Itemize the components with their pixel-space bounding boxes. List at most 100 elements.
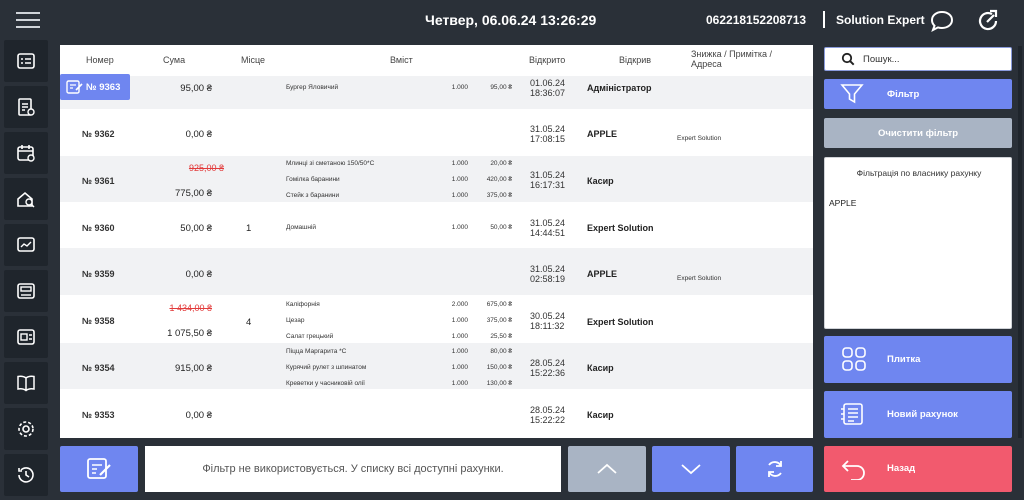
edit-bill-icon <box>87 458 111 479</box>
item-qty: 1.000 <box>451 333 468 340</box>
table-row[interactable]: № 9358 1 434,00 ₴ 1 075,50 ₴ 4 Каліфорні… <box>60 295 813 343</box>
item-price: 25,50 ₴ <box>490 333 512 340</box>
header-content[interactable]: Вміст <box>390 55 413 65</box>
opener-name: Касир <box>587 363 614 373</box>
sidebar-item-receipts[interactable] <box>4 86 48 128</box>
scroll-down-button[interactable] <box>652 446 730 492</box>
row-number: № 9361 <box>82 176 115 186</box>
sidebar-item-settings[interactable] <box>4 408 48 450</box>
table-row[interactable]: № 9359 0,00 ₴ 31.05.24 02:58:19 APPLE Exp… <box>60 248 813 295</box>
reload-button[interactable] <box>736 446 813 492</box>
sidebar-item-home[interactable] <box>4 178 48 220</box>
opener-name: Касир <box>587 410 614 420</box>
item-name: Курячий рулет з шпинатом <box>286 364 367 371</box>
sidebar-item-orders[interactable] <box>4 40 48 82</box>
row-sum: 0,00 ₴ <box>185 129 212 140</box>
register-icon <box>17 283 35 299</box>
owner-filter-option[interactable]: APPLE <box>829 198 856 208</box>
sidebar-item-register[interactable] <box>4 270 48 312</box>
opener-name: APPLE <box>587 269 618 279</box>
table-row[interactable]: № 9354 915,00 ₴ Піцца Маргарита *С 1.000… <box>60 343 813 389</box>
sidebar-item-reports[interactable] <box>4 224 48 266</box>
search-input[interactable]: Пошук... <box>824 47 1012 71</box>
item-name: Цезар <box>286 317 305 324</box>
sidebar-item-menu-book[interactable] <box>4 362 48 404</box>
settings-icon <box>18 421 34 437</box>
clear-filter-button[interactable]: Очистити фільтр <box>824 118 1012 148</box>
new-bill-icon <box>841 403 863 425</box>
opened-datetime: 01.06.24 18:36:07 <box>530 78 566 98</box>
chevron-down-icon <box>681 464 701 475</box>
chart-icon <box>17 237 35 252</box>
item-price: 375,00 ₴ <box>486 192 512 199</box>
table-row[interactable]: № 9361 925,00 ₴ 775,00 ₴ Млинці зі смета… <box>60 156 813 202</box>
opened-datetime: 31.05.24 17:08:15 <box>530 124 566 144</box>
row-sum: 50,00 ₴ <box>180 223 212 234</box>
tiles-label: Плитка <box>887 354 921 365</box>
table-row[interactable]: № 9353 0,00 ₴ 28.05.24 15:22:22 Касир <box>60 389 813 438</box>
item-qty: 1.000 <box>451 364 468 371</box>
row-sum: 915,00 ₴ <box>175 363 212 374</box>
history-icon <box>18 467 34 483</box>
item-qty: 1.000 <box>451 348 468 355</box>
search-placeholder: Пошук... <box>863 53 900 65</box>
header-sum[interactable]: Сума <box>163 55 185 65</box>
refresh-arrow-icon[interactable] <box>974 7 1002 35</box>
row-sum-old: 925,00 ₴ <box>188 163 224 173</box>
home-search-icon <box>17 191 35 208</box>
opener-name: Expert Solution <box>587 317 654 327</box>
opened-datetime: 31.05.24 14:44:51 <box>530 218 566 238</box>
row-sum-old: 1 434,00 ₴ <box>169 303 212 313</box>
table-row[interactable]: № 9362 0,00 ₴ 31.05.24 17:08:15 APPLE Exp… <box>60 109 813 155</box>
funnel-icon <box>840 84 864 104</box>
back-label: Назад <box>887 463 916 474</box>
menu-icon[interactable] <box>16 12 40 30</box>
device-id: 062218152208713 <box>706 13 807 27</box>
item-price: 50,00 ₴ <box>490 224 512 231</box>
row-place: 1 <box>246 223 252 234</box>
table-row[interactable]: № 9360 50,00 ₴ 1 Домашній 1.000 50,00 ₴ … <box>60 202 813 248</box>
header-opened[interactable]: Відкрито <box>529 55 565 65</box>
table-row[interactable]: 95,00 ₴ Бургер Яловичий 1.000 95,00 ₴ 01… <box>60 76 813 109</box>
filter-label: Фільтр <box>887 89 920 100</box>
item-qty: 1.000 <box>451 380 468 387</box>
header-place[interactable]: Місце <box>241 55 265 65</box>
row-sum: 0,00 ₴ <box>185 269 212 280</box>
opened-datetime: 28.05.24 15:22:22 <box>530 405 566 425</box>
item-name: Стейк з баранини <box>286 192 340 199</box>
sync-icon <box>767 461 782 477</box>
row-number: № 9363 <box>86 81 121 93</box>
row-note: Expert Solution <box>677 135 722 142</box>
card-icon <box>17 329 35 345</box>
selected-bill-badge[interactable]: № 9363 <box>60 74 130 100</box>
sidebar-item-history[interactable] <box>4 454 48 496</box>
scroll-up-button[interactable] <box>568 446 646 492</box>
opened-datetime: 28.05.24 15:22:36 <box>530 358 566 378</box>
row-sum: 0,00 ₴ <box>185 410 212 421</box>
item-name: Млинці зі сметаною 150/50*С <box>286 160 375 167</box>
new-bill-label: Новий рахунок <box>887 409 958 420</box>
row-number: № 9353 <box>82 410 115 420</box>
row-number: № 9360 <box>82 223 115 233</box>
header-opener[interactable]: Відкрив <box>619 55 651 65</box>
opener-name: Адміністратор <box>587 83 652 93</box>
edit-bill-button[interactable] <box>60 446 138 492</box>
row-number: № 9358 <box>82 316 115 326</box>
back-button[interactable]: Назад <box>824 446 1012 492</box>
new-bill-button[interactable]: Новий рахунок <box>824 391 1012 438</box>
filter-button[interactable]: Фільтр <box>824 79 1012 109</box>
header-number[interactable]: Номер <box>86 55 114 65</box>
item-price: 375,00 ₴ <box>486 317 512 324</box>
receipt-icon <box>18 98 35 116</box>
chat-icon[interactable] <box>928 7 956 35</box>
clear-filter-label: Очистити фільтр <box>877 127 959 139</box>
item-name: Домашній <box>286 224 317 231</box>
sidebar-item-calendar[interactable] <box>4 132 48 174</box>
tiles-button[interactable]: Плитка <box>824 336 1012 383</box>
right-edge-scrollbar[interactable] <box>1018 46 1022 438</box>
user-name: Solution Expert <box>836 13 925 27</box>
sidebar-item-cards[interactable] <box>4 316 48 358</box>
header-note[interactable]: Знижка / Примітка / Адреса <box>691 49 801 69</box>
item-price: 675,00 ₴ <box>486 301 512 308</box>
item-qty: 1.000 <box>451 176 468 183</box>
